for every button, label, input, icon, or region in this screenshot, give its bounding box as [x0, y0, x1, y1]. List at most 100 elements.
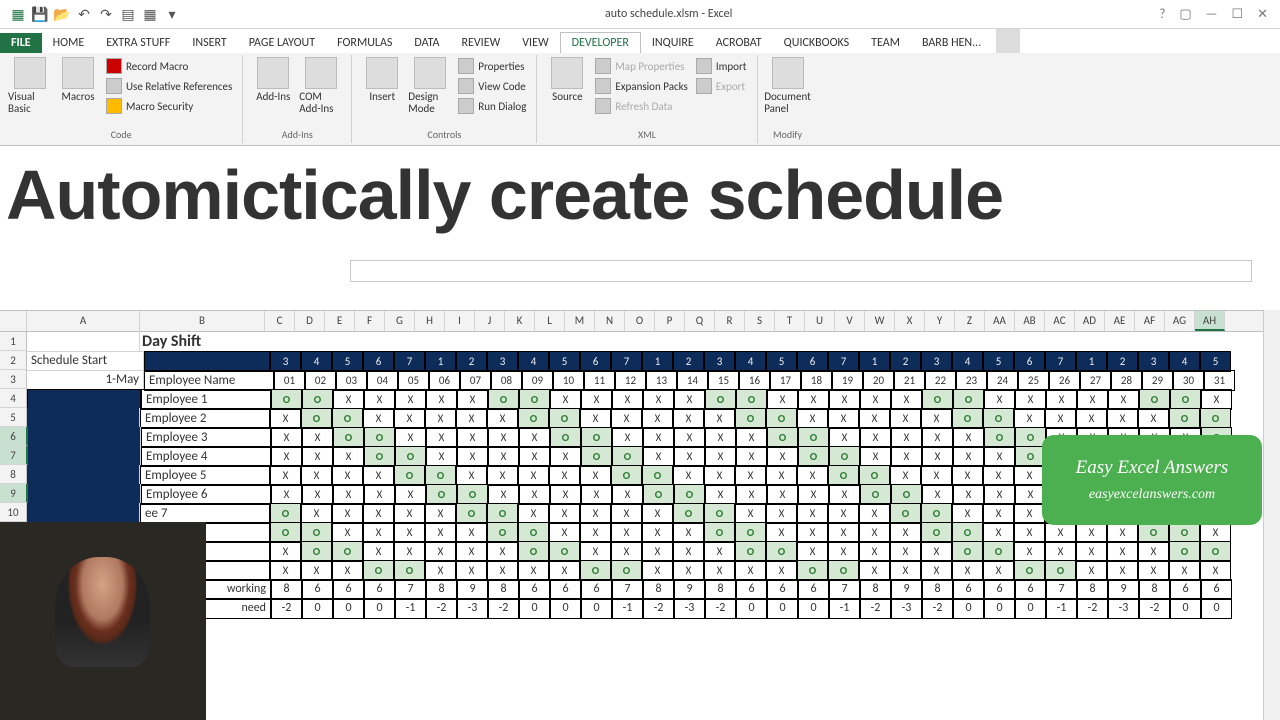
- cell[interactable]: X: [673, 408, 704, 429]
- cell[interactable]: X: [394, 503, 425, 524]
- cell[interactable]: O: [549, 408, 580, 429]
- cell[interactable]: X: [736, 427, 767, 448]
- cell[interactable]: X: [1014, 465, 1045, 486]
- cell[interactable]: X: [642, 503, 673, 524]
- tab-home[interactable]: HOME: [42, 33, 96, 53]
- cell[interactable]: O: [394, 560, 425, 581]
- cell[interactable]: X: [425, 560, 456, 581]
- formula-bar[interactable]: [350, 260, 1252, 282]
- cell[interactable]: X: [704, 408, 735, 429]
- cell[interactable]: 16: [739, 370, 770, 391]
- cell[interactable]: 7: [1045, 351, 1076, 372]
- cell[interactable]: X: [735, 465, 766, 486]
- cell[interactable]: 6: [797, 351, 828, 372]
- cell[interactable]: 04: [367, 370, 398, 391]
- cell[interactable]: X: [643, 389, 674, 410]
- cell[interactable]: X: [705, 427, 736, 448]
- cell[interactable]: X: [425, 522, 456, 543]
- cell[interactable]: X: [518, 503, 549, 524]
- cell[interactable]: X: [611, 503, 642, 524]
- qat-icon-3[interactable]: ▾: [164, 6, 180, 22]
- cell[interactable]: -1: [1046, 598, 1077, 619]
- tab-extra-stuff[interactable]: extra stuff: [95, 33, 181, 53]
- cell[interactable]: 06: [429, 370, 460, 391]
- cell[interactable]: 6: [1201, 579, 1232, 600]
- cell[interactable]: O: [1169, 541, 1200, 562]
- cell[interactable]: O: [487, 522, 518, 543]
- close-icon[interactable]: ✕: [1257, 7, 1268, 22]
- cell[interactable]: O: [735, 522, 766, 543]
- cell[interactable]: 7: [395, 579, 426, 600]
- cell[interactable]: X: [487, 560, 518, 581]
- cell[interactable]: O: [890, 503, 921, 524]
- cell[interactable]: O: [1169, 522, 1200, 543]
- cell[interactable]: 5: [332, 351, 363, 372]
- cell[interactable]: X: [767, 484, 798, 505]
- col-header[interactable]: R: [715, 311, 745, 331]
- cell[interactable]: 7: [612, 579, 643, 600]
- cell[interactable]: X: [890, 541, 921, 562]
- cell[interactable]: 1: [642, 351, 673, 372]
- undo-icon[interactable]: ↶: [76, 6, 92, 22]
- cell[interactable]: X: [333, 389, 364, 410]
- cell[interactable]: X: [1107, 522, 1138, 543]
- cell[interactable]: X: [766, 522, 797, 543]
- cell[interactable]: 6: [767, 579, 798, 600]
- row-header[interactable]: 3: [0, 370, 27, 389]
- com-addins-button[interactable]: COM Add-Ins: [299, 57, 343, 115]
- cell[interactable]: [27, 389, 141, 410]
- cell[interactable]: X: [829, 427, 860, 448]
- cell[interactable]: X: [705, 446, 736, 467]
- column-headers[interactable]: ABCDEFGHIJKLMNOPQRSTUVWXYZAAABACADAEAFAG…: [0, 310, 1264, 332]
- cell[interactable]: X: [425, 408, 456, 429]
- cell[interactable]: X: [363, 408, 394, 429]
- cell[interactable]: O: [922, 389, 953, 410]
- cell[interactable]: X: [611, 522, 642, 543]
- cell[interactable]: 24: [987, 370, 1018, 391]
- cell[interactable]: O: [1200, 541, 1231, 562]
- cell[interactable]: X: [457, 446, 488, 467]
- cell[interactable]: O: [612, 446, 643, 467]
- cell[interactable]: X: [953, 484, 984, 505]
- tab-developer[interactable]: DEVELOPER: [560, 32, 641, 53]
- col-header[interactable]: H: [415, 311, 445, 331]
- cell[interactable]: X: [983, 503, 1014, 524]
- cell[interactable]: 6: [519, 579, 550, 600]
- tab-review[interactable]: REVIEW: [451, 33, 512, 53]
- import-button[interactable]: Import: [694, 57, 749, 75]
- cell[interactable]: X: [395, 389, 426, 410]
- cell[interactable]: X: [828, 503, 859, 524]
- cell[interactable]: 0: [767, 598, 798, 619]
- cell[interactable]: X: [550, 484, 581, 505]
- cell[interactable]: 0: [581, 598, 612, 619]
- col-header[interactable]: N: [595, 311, 625, 331]
- design-mode-button[interactable]: Design Mode: [408, 57, 452, 115]
- cell[interactable]: 0: [302, 598, 333, 619]
- cell[interactable]: X: [922, 427, 953, 448]
- cell[interactable]: 15: [708, 370, 739, 391]
- cell[interactable]: O: [581, 427, 612, 448]
- cell[interactable]: 14: [677, 370, 708, 391]
- cell[interactable]: O: [953, 389, 984, 410]
- row-header[interactable]: 1: [0, 332, 27, 351]
- cell[interactable]: O: [983, 541, 1014, 562]
- cell[interactable]: X: [1045, 541, 1076, 562]
- cell[interactable]: -2: [705, 598, 736, 619]
- col-header[interactable]: Q: [685, 311, 715, 331]
- cell[interactable]: O: [984, 427, 1015, 448]
- cell[interactable]: X: [1138, 408, 1169, 429]
- cell[interactable]: X: [580, 465, 611, 486]
- cell[interactable]: X: [953, 446, 984, 467]
- cell[interactable]: 17: [770, 370, 801, 391]
- cell[interactable]: 1: [425, 351, 456, 372]
- cell[interactable]: X: [612, 389, 643, 410]
- cell[interactable]: 2: [1107, 351, 1138, 372]
- cell[interactable]: X: [673, 465, 704, 486]
- tab-formulas[interactable]: FORMULAS: [326, 33, 403, 53]
- cell[interactable]: 07: [460, 370, 491, 391]
- cell[interactable]: X: [797, 408, 828, 429]
- cell[interactable]: X: [302, 427, 333, 448]
- tab-team[interactable]: TEAM: [860, 33, 911, 53]
- cell[interactable]: X: [425, 503, 456, 524]
- cell[interactable]: X: [456, 465, 487, 486]
